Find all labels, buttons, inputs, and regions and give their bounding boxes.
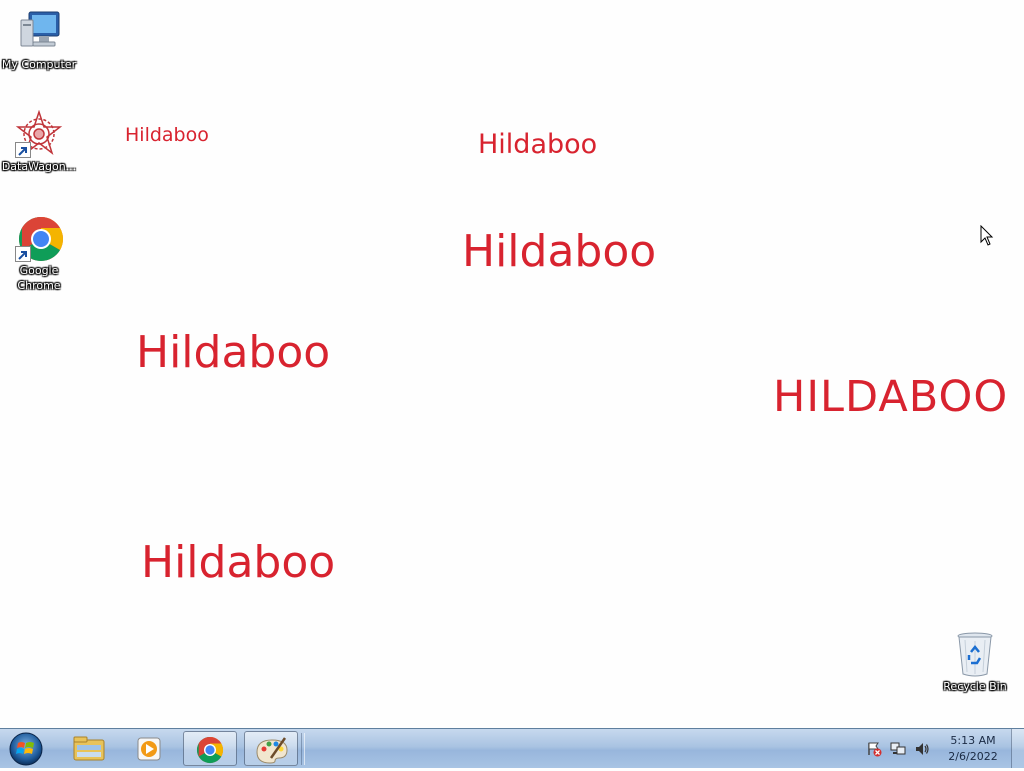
chrome-icon [15,214,63,262]
desktop-icon-label: My Computer [1,58,77,71]
desktop-icon-google-chrome[interactable]: Google Chrome [0,214,78,293]
network-icon[interactable] [890,741,906,757]
desktop-icon-label: Google Chrome [17,264,61,292]
chrome-icon [196,736,224,764]
shortcut-arrow-icon [15,142,31,158]
desktop[interactable]: My Computer DataWagon... Google Chrome R… [0,0,1024,728]
wallpaper-text: Hildaboo [125,124,209,146]
taskbar-media-player[interactable] [122,731,176,766]
mouse-cursor-icon [980,224,994,247]
wallpaper-text: Hildaboo [141,537,336,588]
system-clock[interactable]: 5:13 AM 2/6/2022 [938,733,1008,765]
volume-icon[interactable] [914,741,930,757]
taskbar-separator [301,733,305,765]
show-desktop-button[interactable] [1011,729,1024,768]
start-orb-icon [9,732,43,766]
clock-date: 2/6/2022 [948,750,998,763]
wallpaper-text: Hildaboo [462,226,657,277]
action-center-icon[interactable] [866,741,882,757]
wallpaper-text: Hildaboo [478,129,598,160]
shortcut-arrow-icon [15,246,31,262]
desktop-icon-my-computer[interactable]: My Computer [0,8,78,72]
taskbar-paint[interactable] [244,731,298,766]
taskbar-google-chrome[interactable] [183,731,237,766]
taskbar: 5:13 AM 2/6/2022 [0,728,1024,768]
computer-icon [15,8,63,56]
desktop-icon-datawagon[interactable]: DataWagon... [0,109,78,174]
paint-icon [256,737,288,764]
taskbar-windows-explorer[interactable] [62,731,116,766]
media-player-icon [137,737,161,761]
wallpaper-text: HILDABOO [773,372,1009,422]
recycle-bin-icon [951,630,999,678]
windows-explorer-icon [73,736,105,761]
clock-time: 5:13 AM [950,734,996,747]
desktop-icon-recycle-bin[interactable]: Recycle Bin [936,630,1014,694]
desktop-icon-label: DataWagon... [1,160,77,173]
start-button[interactable] [6,731,46,767]
datawagon-icon [15,109,63,158]
desktop-icon-label: Recycle Bin [943,680,1007,693]
wallpaper-text: Hildaboo [136,327,331,378]
